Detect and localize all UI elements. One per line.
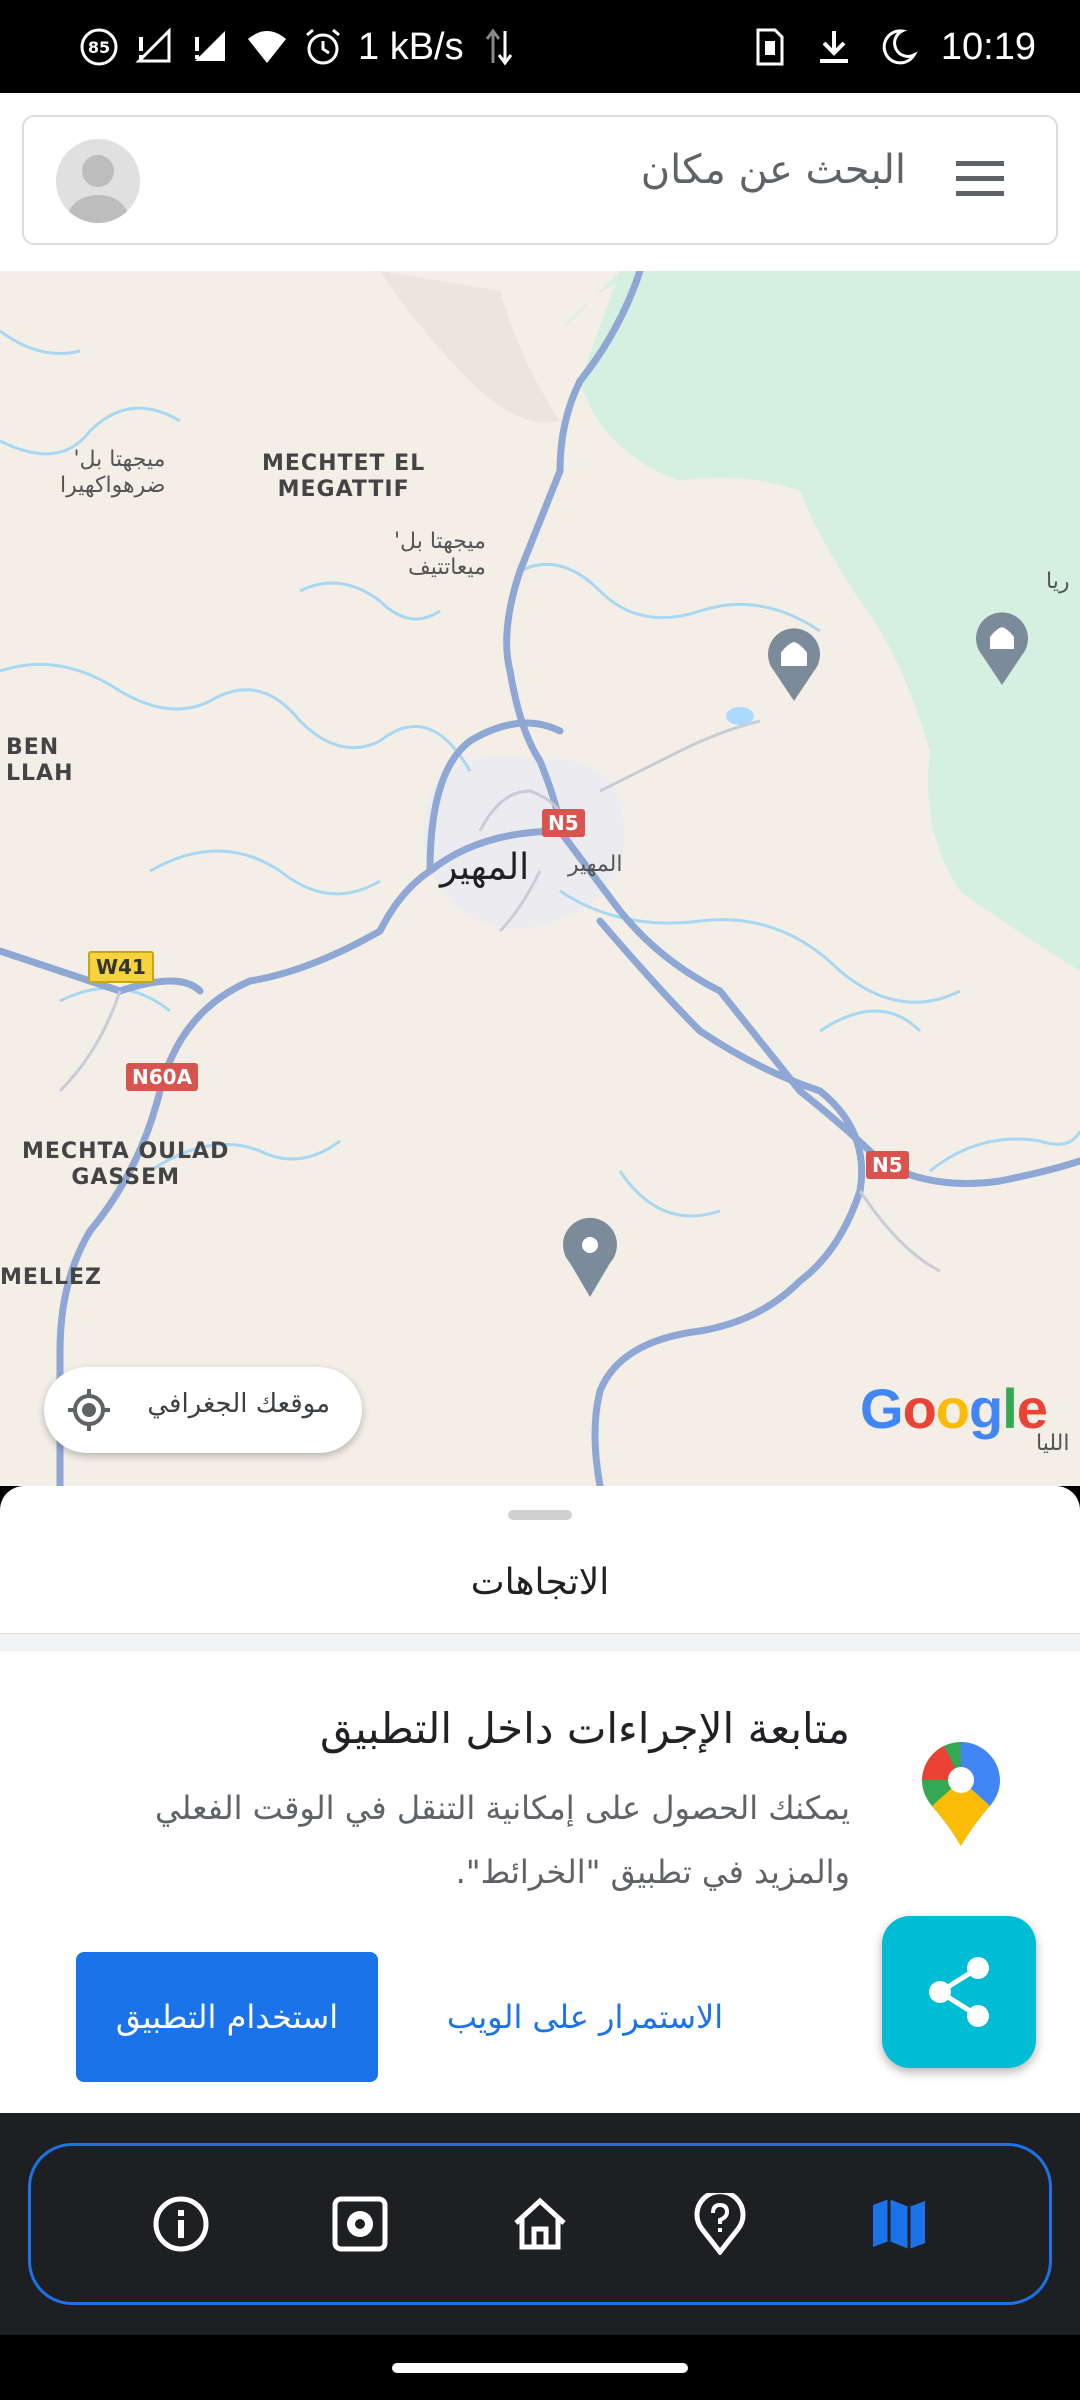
nav-info[interactable] bbox=[146, 2189, 216, 2259]
nav-help-location[interactable] bbox=[685, 2189, 755, 2259]
map-label-text: ميجهتا بل' ميعاتتيف bbox=[394, 529, 486, 580]
road-shield-n5: N5 bbox=[542, 809, 585, 837]
sheet-drag-handle[interactable] bbox=[508, 1510, 572, 1520]
my-location-icon bbox=[66, 1387, 112, 1433]
divider bbox=[0, 1633, 1080, 1651]
search-input[interactable]: البحث عن مكان bbox=[641, 147, 906, 193]
map-label-text: BEN LLAH bbox=[6, 735, 74, 786]
map-label-text: MECHTA OULAD GASSEM bbox=[22, 1139, 230, 1190]
promo-title: متابعة الإجراءات داخل التطبيق bbox=[320, 1704, 850, 1753]
nav-home[interactable] bbox=[505, 2189, 575, 2259]
continue-on-web-button[interactable]: الاستمرار على الويب bbox=[420, 1952, 750, 2082]
battery-saver-icon: 85 bbox=[78, 26, 120, 68]
map-label-ben-allah[interactable]: BEN LLAH bbox=[6, 735, 73, 787]
map-label-text: ميجهتا بل' ضرهواكهيرا bbox=[60, 447, 166, 498]
mosque-pin-icon[interactable] bbox=[972, 611, 1032, 691]
map-label-ar-top-left[interactable]: ميجهتا بل' ضرهواكهيرا bbox=[60, 447, 165, 499]
share-button[interactable] bbox=[882, 1916, 1036, 2068]
share-icon bbox=[929, 1957, 989, 2027]
status-bar: 85 1 kB/s 10:19 bbox=[0, 0, 1080, 93]
search-bar-container: البحث عن مكان bbox=[0, 93, 1080, 271]
map-label-city[interactable]: المهير bbox=[440, 847, 529, 888]
sim-icon bbox=[749, 26, 791, 68]
settings-icon bbox=[332, 2196, 388, 2252]
signal-no-service-icon bbox=[134, 26, 176, 68]
app-bottom-nav bbox=[0, 2113, 1080, 2335]
road-shield-n60a: N60A bbox=[126, 1063, 199, 1091]
map-label-text: MECHTET EL MEGATTIF bbox=[262, 451, 426, 502]
map-label-mechtet-el-megattif[interactable]: MECHTET EL MEGATTIF bbox=[262, 451, 425, 503]
map-label-city-small[interactable]: المهير bbox=[568, 852, 622, 878]
status-left: 85 1 kB/s bbox=[78, 20, 520, 74]
search-bar[interactable]: البحث عن مكان bbox=[22, 115, 1058, 245]
data-activity-icon bbox=[478, 26, 520, 68]
map-icon bbox=[873, 2199, 926, 2249]
directions-title[interactable]: الاتجاهات bbox=[0, 1562, 1080, 1603]
my-location-button[interactable]: موقعك الجغرافي bbox=[44, 1367, 362, 1453]
status-right: 10:19 bbox=[749, 20, 1036, 74]
map-label-mechta-oulad-gassem[interactable]: MECHTA OULAD GASSEM bbox=[22, 1139, 229, 1191]
map-label-ar-mid[interactable]: ميجهتا بل' ميعاتتيف bbox=[394, 529, 486, 581]
home-icon bbox=[514, 2197, 566, 2250]
avatar[interactable] bbox=[56, 139, 140, 223]
hamburger-menu-icon[interactable] bbox=[954, 157, 1006, 201]
battery-saver-badge: 85 bbox=[88, 38, 110, 57]
road-shield-w41: W41 bbox=[88, 951, 154, 983]
wifi-icon bbox=[246, 26, 288, 68]
map-label-right-edge-top[interactable]: ريا bbox=[1046, 569, 1069, 595]
alarm-icon bbox=[302, 26, 344, 68]
nav-settings[interactable] bbox=[325, 2189, 395, 2259]
location-pin-icon[interactable] bbox=[560, 1217, 620, 1303]
app-nav-bar bbox=[28, 2143, 1052, 2305]
use-app-button[interactable]: استخدام التطبيق bbox=[76, 1952, 378, 2082]
screen: 85 1 kB/s 10:19 البحث عن مكان ميجهتا بل'… bbox=[0, 0, 1080, 2400]
download-icon bbox=[813, 26, 855, 68]
my-location-label: موقعك الجغرافي bbox=[147, 1389, 330, 1419]
info-icon bbox=[153, 2196, 209, 2252]
signal-no-service-icon bbox=[190, 26, 232, 68]
nav-map[interactable] bbox=[864, 2189, 934, 2259]
road-shield-n5-east: N5 bbox=[866, 1151, 909, 1179]
do-not-disturb-icon bbox=[877, 26, 919, 68]
gesture-navigation-bar bbox=[0, 2335, 1080, 2400]
network-speed: 1 kB/s bbox=[358, 25, 464, 68]
google-logo: Google bbox=[860, 1377, 1048, 1440]
google-maps-logo-icon bbox=[918, 1738, 1004, 1848]
map-view[interactable]: ميجهتا بل' ضرهواكهيرا MECHTET EL MEGATTI… bbox=[0, 271, 1080, 1486]
promo-body: يمكنك الحصول على إمكانية التنقل في الوقت… bbox=[154, 1789, 850, 1891]
home-gesture-handle[interactable] bbox=[392, 2363, 688, 2373]
map-label-mellez[interactable]: MELLEZ bbox=[0, 1265, 102, 1291]
help-location-icon bbox=[694, 2193, 746, 2255]
clock: 10:19 bbox=[940, 25, 1036, 68]
mosque-pin-icon[interactable] bbox=[764, 627, 824, 707]
